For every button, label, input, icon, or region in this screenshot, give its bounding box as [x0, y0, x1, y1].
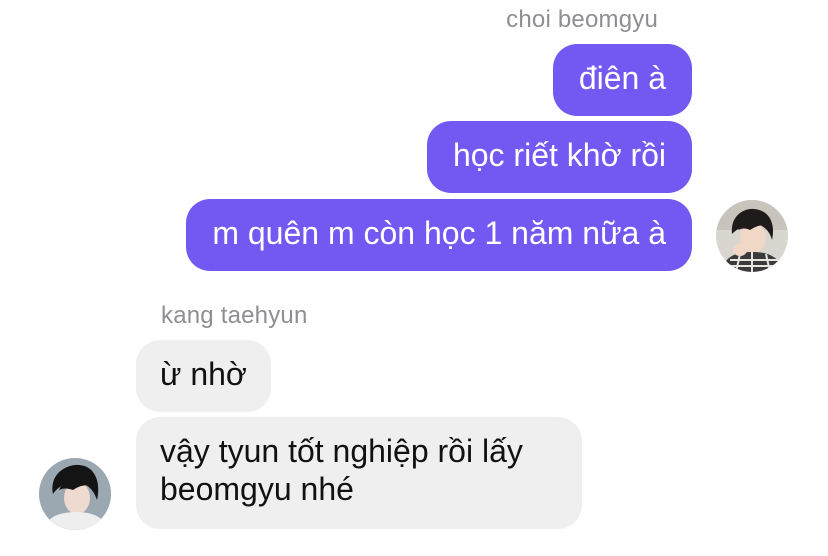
- avatar-kang-taehyun[interactable]: [39, 458, 111, 530]
- avatar-photo: [716, 200, 788, 272]
- message-bubble-incoming[interactable]: ừ nhờ: [136, 340, 271, 412]
- message-bubble-outgoing[interactable]: m quên m còn học 1 năm nữa à: [186, 199, 692, 271]
- sender-name-incoming: kang taehyun: [161, 302, 308, 329]
- sender-name-outgoing: choi beomgyu: [506, 6, 658, 33]
- avatar-photo: [39, 458, 111, 530]
- message-bubble-incoming[interactable]: vậy tyun tốt nghiệp rồi lấy beomgyu nhé: [136, 417, 582, 529]
- avatar-choi-beomgyu[interactable]: [716, 200, 788, 272]
- message-bubble-outgoing[interactable]: điên à: [552, 44, 692, 116]
- message-bubble-outgoing[interactable]: học riết khờ rồi: [426, 121, 692, 193]
